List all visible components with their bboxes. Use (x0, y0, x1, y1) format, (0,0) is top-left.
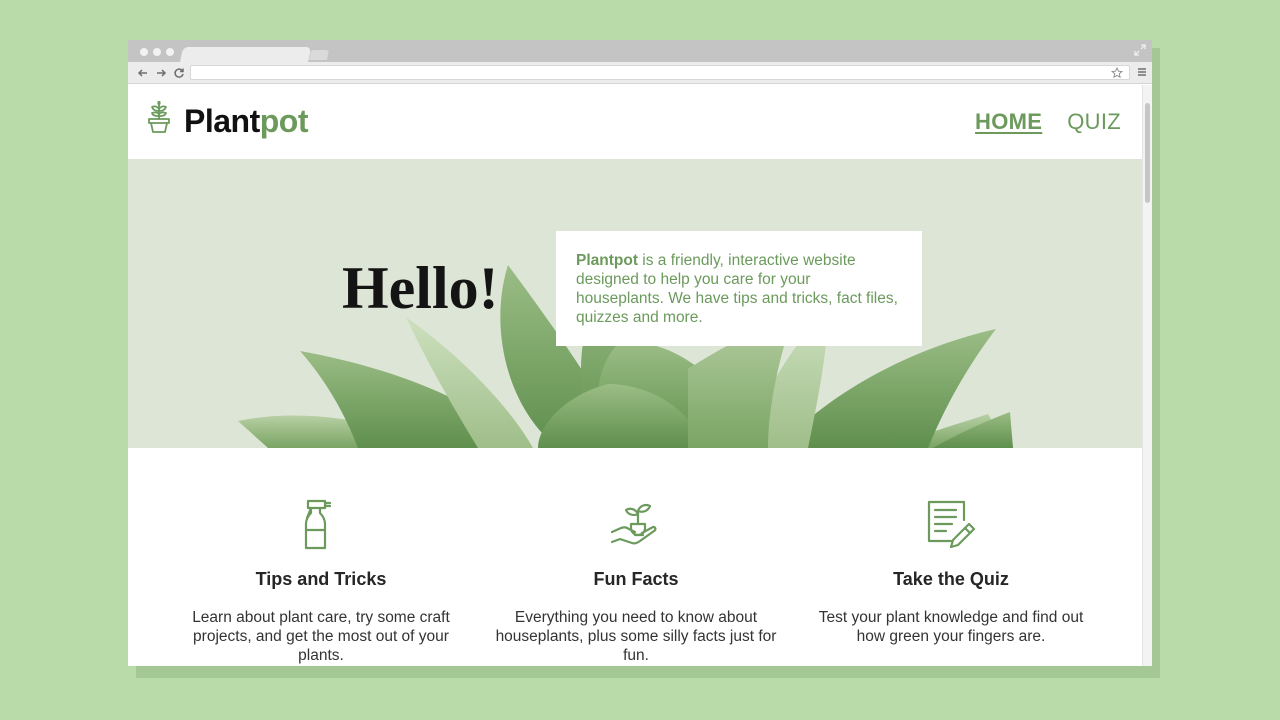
close-window-button[interactable] (140, 48, 148, 56)
feature-title: Tips and Tricks (255, 569, 387, 589)
web-page: Plantpot HOME QUIZ Hello! Plantpot is a … (128, 85, 1142, 666)
feature-description: Test your plant knowledge and find out h… (818, 609, 1084, 645)
browser-window: Plantpot HOME QUIZ Hello! Plantpot is a … (128, 40, 1152, 666)
browser-toolbar (128, 62, 1152, 84)
logo-text-part2: pot (259, 103, 309, 139)
fullscreen-icon[interactable] (1134, 44, 1146, 56)
nav-link-home[interactable]: HOME (975, 109, 1042, 135)
hero-section: Hello! Plantpot is a friendly, interacti… (128, 159, 1142, 448)
hero-heading: Hello! (342, 255, 499, 321)
feature-title: Take the Quiz (893, 569, 1009, 589)
bookmark-star-icon[interactable] (1111, 67, 1123, 79)
back-arrow-icon[interactable] (136, 66, 150, 80)
plant-pot-logo-icon[interactable] (146, 101, 172, 133)
minimize-window-button[interactable] (153, 48, 161, 56)
spray-bottle-icon (304, 499, 332, 550)
site-logo-text[interactable]: Plantpot (184, 103, 308, 140)
main-nav: HOME QUIZ (975, 109, 1121, 135)
features-section: Tips and Tricks Learn about plant care, … (128, 448, 1142, 666)
forward-arrow-icon[interactable] (154, 66, 168, 80)
feature-take-the-quiz[interactable]: Take the Quiz Test your plant knowledge … (801, 498, 1101, 646)
new-tab-button[interactable] (308, 50, 330, 60)
site-header: Plantpot HOME QUIZ (128, 85, 1142, 159)
logo-text-part1: Plant (184, 103, 260, 139)
feature-fun-facts[interactable]: Fun Facts Everything you need to know ab… (486, 498, 786, 665)
intro-card: Plantpot is a friendly, interactive webs… (556, 231, 922, 346)
intro-brand-name: Plantpot (576, 252, 638, 269)
feature-tips-and-tricks[interactable]: Tips and Tricks Learn about plant care, … (171, 498, 471, 665)
feature-description: Learn about plant care, try some craft p… (192, 609, 450, 664)
maximize-window-button[interactable] (166, 48, 174, 56)
reload-icon[interactable] (172, 66, 186, 80)
nav-link-quiz[interactable]: QUIZ (1067, 109, 1121, 135)
browser-titlebar (128, 40, 1152, 62)
quiz-pencil-icon (927, 500, 976, 549)
intro-text: Plantpot is a friendly, interactive webs… (576, 251, 902, 327)
seedling-hand-icon (610, 503, 657, 545)
browser-tab[interactable] (180, 47, 312, 62)
scrollbar-thumb[interactable] (1145, 103, 1150, 203)
feature-description: Everything you need to know about housep… (495, 609, 777, 664)
feature-title: Fun Facts (593, 569, 679, 589)
address-bar[interactable] (190, 65, 1130, 80)
page-scrollbar[interactable] (1142, 85, 1152, 666)
menu-icon[interactable] (1137, 67, 1147, 77)
